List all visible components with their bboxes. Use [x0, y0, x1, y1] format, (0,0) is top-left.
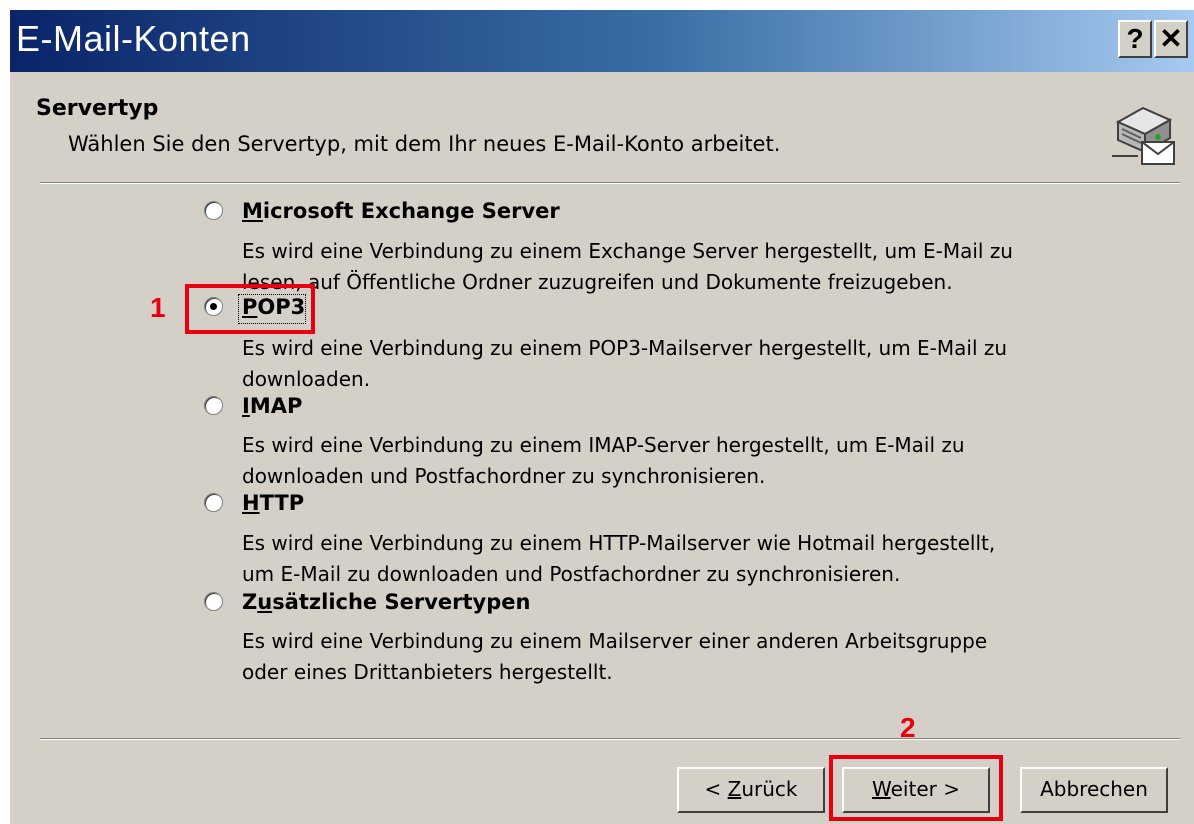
page-description: Wählen Sie den Servertyp, mit dem Ihr ne…: [68, 132, 781, 156]
footer-separator: [40, 738, 1180, 740]
radio-additional-servertypes[interactable]: [204, 592, 223, 611]
annotation-marker-1: 1: [150, 292, 166, 323]
option-desc-http: Es wird eine Verbindung zu einem HTTP-Ma…: [242, 531, 996, 586]
email-accounts-dialog: E-Mail-Konten ? ✕ Servertyp Wählen Sie d…: [8, 8, 1194, 824]
next-highlight-box: [829, 755, 1003, 821]
page-title: Servertyp: [36, 96, 159, 121]
option-label-exchange[interactable]: Microsoft Exchange Server: [242, 199, 560, 223]
radio-imap[interactable]: [204, 396, 223, 415]
mail-server-icon: [1112, 106, 1175, 165]
help-button[interactable]: ?: [1118, 20, 1152, 58]
close-button[interactable]: ✕: [1154, 20, 1188, 58]
radio-exchange-server[interactable]: [204, 201, 223, 220]
option-desc-exchange: Es wird eine Verbindung zu einem Exchang…: [242, 239, 1013, 294]
title-bar[interactable]: E-Mail-Konten ? ✕: [10, 10, 1194, 72]
option-label-imap[interactable]: IMAP: [242, 394, 302, 418]
header-separator: [40, 182, 1180, 184]
option-desc-additional: Es wird eine Verbindung zu einem Mailser…: [242, 629, 988, 684]
option-desc-imap: Es wird eine Verbindung zu einem IMAP-Se…: [242, 433, 965, 488]
option-label-additional[interactable]: Zusätzliche Servertypen: [242, 590, 530, 614]
pop3-highlight-box: [185, 284, 315, 334]
option-desc-pop3: Es wird eine Verbindung zu einem POP3-Ma…: [242, 336, 1008, 391]
radio-http[interactable]: [204, 493, 223, 512]
back-button[interactable]: < Zurück: [677, 767, 825, 813]
annotation-marker-2: 2: [900, 712, 916, 743]
option-label-http[interactable]: HTTP: [242, 491, 304, 515]
window-title: E-Mail-Konten: [16, 18, 251, 59]
cancel-button[interactable]: Abbrechen: [1020, 767, 1168, 813]
